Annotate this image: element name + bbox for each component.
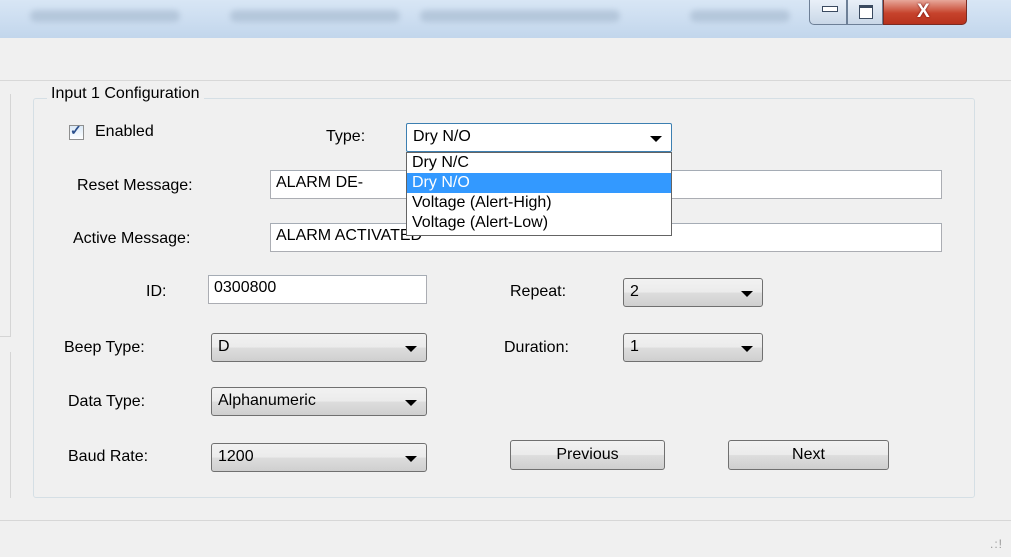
active-message-label: Active Message: (73, 230, 191, 247)
enabled-label[interactable]: Enabled (95, 123, 154, 141)
taskbar-tab-blurred (420, 10, 620, 22)
taskbar-tab-blurred (230, 10, 400, 22)
chevron-down-icon[interactable] (741, 291, 753, 297)
type-value: Dry N/O (413, 128, 471, 145)
type-options-list[interactable]: Dry N/C Dry N/O Voltage (Alert-High) Vol… (406, 152, 672, 236)
beep-type-value: D (218, 338, 230, 355)
maximize-icon (859, 5, 873, 19)
toolbar-area (0, 38, 1011, 81)
reset-message-value: ALARM DE- (276, 174, 364, 191)
baud-rate-value: 1200 (218, 448, 254, 465)
taskbar-tab-blurred (690, 10, 790, 22)
reset-message-label: Reset Message: (77, 177, 193, 194)
baud-rate-label: Baud Rate: (68, 448, 149, 465)
status-bar: .:! (0, 520, 1011, 557)
data-type-label: Data Type: (68, 393, 146, 410)
data-type-value: Alphanumeric (218, 392, 316, 409)
taskbar-tab-blurred (30, 10, 180, 22)
duration-dropdown[interactable]: 1 (623, 333, 763, 362)
minimize-button[interactable] (809, 0, 847, 25)
type-option-dry-nc[interactable]: Dry N/C (407, 153, 671, 173)
chevron-down-icon[interactable] (405, 346, 417, 352)
active-message-value: ALARM ACTIVATED (276, 227, 423, 244)
type-option-dry-no[interactable]: Dry N/O (407, 173, 671, 193)
maximize-button[interactable] (847, 0, 883, 25)
beep-type-label: Beep Type: (64, 339, 145, 356)
title-bar: X (0, 0, 1011, 38)
repeat-label: Repeat: (510, 283, 567, 300)
resize-grip-icon[interactable]: .:! (990, 537, 1003, 551)
type-label: Type: (326, 128, 366, 145)
left-panel-edge (0, 352, 11, 498)
chevron-down-icon[interactable] (650, 136, 662, 142)
chevron-down-icon[interactable] (405, 400, 417, 406)
repeat-value: 2 (630, 283, 639, 300)
minimize-icon (822, 6, 838, 12)
close-button[interactable]: X (883, 0, 967, 25)
type-option-voltage-alert-low[interactable]: Voltage (Alert-Low) (407, 213, 671, 233)
group-title: Input 1 Configuration (47, 85, 204, 103)
next-button[interactable]: Next (728, 440, 889, 470)
left-panel-edge (0, 94, 11, 337)
repeat-dropdown[interactable]: 2 (623, 278, 763, 307)
id-label: ID: (146, 283, 167, 300)
chevron-down-icon[interactable] (741, 346, 753, 352)
baud-rate-dropdown[interactable]: 1200 (211, 443, 427, 472)
duration-label: Duration: (504, 339, 569, 356)
close-icon: X (917, 1, 930, 22)
beep-type-dropdown[interactable]: D (211, 333, 427, 362)
type-option-voltage-alert-high[interactable]: Voltage (Alert-High) (407, 193, 671, 213)
chevron-down-icon[interactable] (405, 456, 417, 462)
duration-value: 1 (630, 338, 639, 355)
enabled-checkbox[interactable]: ✓ (69, 122, 84, 140)
checkmark-icon: ✓ (70, 122, 82, 138)
id-value: 0300800 (214, 279, 277, 296)
type-dropdown[interactable]: Dry N/O (406, 123, 672, 152)
data-type-dropdown[interactable]: Alphanumeric (211, 387, 427, 416)
previous-button[interactable]: Previous (510, 440, 665, 470)
id-input[interactable]: 0300800 (208, 275, 427, 304)
